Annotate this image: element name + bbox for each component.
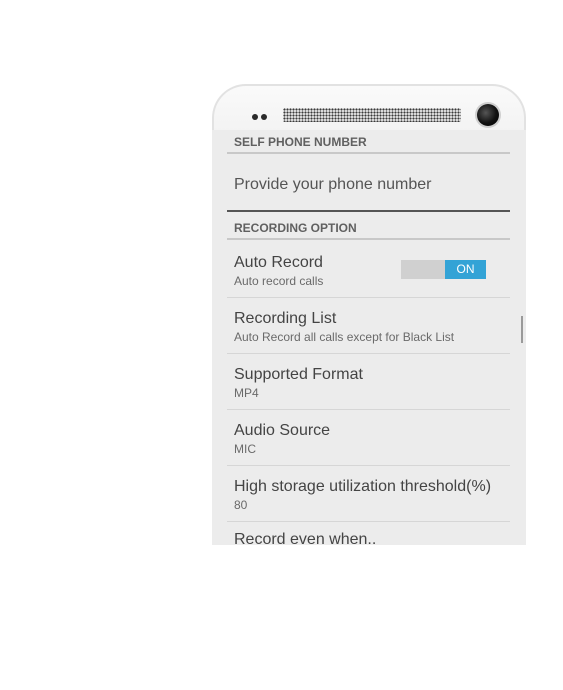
auto-record-toggle[interactable]: ON [401, 260, 486, 279]
recording-list-subtitle: Auto Record all calls except for Black L… [234, 330, 455, 344]
item-divider [227, 353, 510, 354]
supported-format-subtitle: MP4 [234, 386, 259, 400]
camera-icon [477, 104, 499, 126]
record-even-when-title: Record even when.. [234, 531, 377, 545]
section-divider [227, 238, 510, 240]
item-divider [227, 297, 510, 298]
input-underline [227, 210, 510, 212]
audio-source-subtitle: MIC [234, 442, 256, 456]
storage-threshold-title: High storage utilization threshold(%) [234, 478, 492, 495]
section-header-recording-option: RECORDING OPTION [234, 221, 357, 235]
item-divider [227, 521, 510, 522]
settings-screen: SELF PHONE NUMBER Provide your phone num… [212, 130, 526, 545]
section-divider [227, 152, 510, 154]
storage-threshold-subtitle: 80 [234, 498, 248, 512]
toggle-on-label: ON [445, 260, 486, 279]
speaker-grille [283, 108, 461, 122]
recording-list-title: Recording List [234, 310, 337, 327]
item-divider [227, 465, 510, 466]
item-divider [227, 409, 510, 410]
sensor-dot [261, 114, 267, 120]
auto-record-subtitle: Auto record calls [234, 274, 324, 288]
sensor-dot [252, 114, 258, 120]
section-header-self-phone: SELF PHONE NUMBER [234, 135, 367, 149]
auto-record-title: Auto Record [234, 254, 323, 271]
phone-number-input[interactable]: Provide your phone number [234, 176, 431, 194]
audio-source-title: Audio Source [234, 422, 331, 439]
supported-format-title: Supported Format [234, 366, 363, 383]
phone-frame: SELF PHONE NUMBER Provide your phone num… [212, 84, 526, 545]
scrollbar[interactable] [521, 316, 523, 343]
